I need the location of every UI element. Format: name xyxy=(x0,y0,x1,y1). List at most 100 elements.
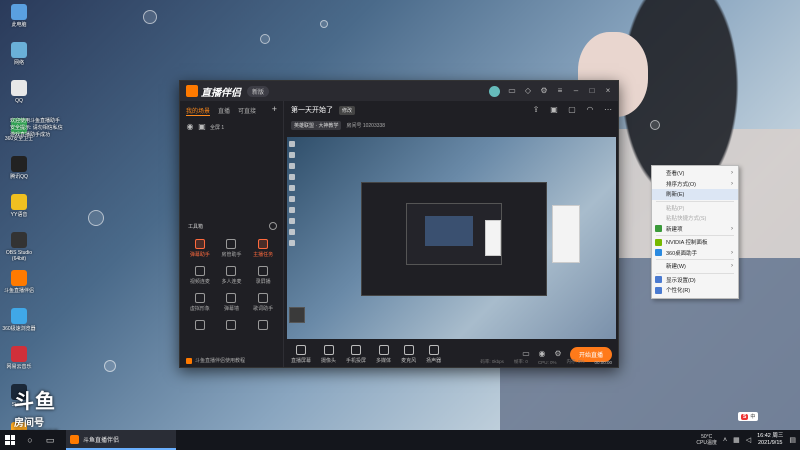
tool-button[interactable]: 主播任务 xyxy=(247,239,279,258)
tutorial-link[interactable]: 斗鱼直播伴侣使用教程 xyxy=(186,357,245,364)
context-menu-item[interactable]: 刷新(E) xyxy=(652,189,738,200)
tool-label: 歌词助手 xyxy=(253,306,274,312)
desktop-icon[interactable]: QQ xyxy=(2,80,36,114)
desktop-icon[interactable]: YY语音 xyxy=(2,194,36,228)
desktop-icon-label: 360极速浏览器 xyxy=(2,326,36,332)
context-menu-item[interactable]: 360桌面助手 › xyxy=(652,248,738,259)
desktop-icon[interactable]: 此电脑 xyxy=(2,4,36,38)
stream-preview[interactable] xyxy=(287,137,616,339)
tool-button[interactable] xyxy=(184,320,216,332)
desktop-app-icon xyxy=(11,232,27,248)
lock-icon[interactable]: ▣ xyxy=(550,106,558,114)
message-icon[interactable]: ▭ xyxy=(508,87,516,95)
taskbar-app-douyu[interactable]: 斗鱼直播伴侣 xyxy=(66,430,176,450)
desktop-icon[interactable]: 360极速浏览器 xyxy=(2,308,36,342)
edit-title-button[interactable]: 修改 xyxy=(339,105,356,115)
search-icon[interactable]: ○ xyxy=(20,430,40,450)
desktop-icon[interactable]: 斗鱼直播伴侣 xyxy=(2,270,36,304)
record-icon[interactable]: ▢ xyxy=(568,106,576,114)
category-chip[interactable]: 英雄联盟 · 大神教学 xyxy=(291,121,342,130)
maximize-icon[interactable]: □ xyxy=(588,87,596,95)
start-button[interactable] xyxy=(0,430,20,450)
tool-button[interactable]: 录屏播 xyxy=(247,266,279,285)
desktop-icon[interactable]: 网易云音乐 xyxy=(2,346,36,380)
tool-button[interactable]: 视频连麦 xyxy=(184,266,216,285)
tray-arrow-icon[interactable]: ˄ xyxy=(723,437,727,444)
notice-line: 游戏直播助手成功 xyxy=(10,132,51,138)
context-menu-item[interactable]: NVIDIA 控制面板 xyxy=(652,237,738,248)
menu-separator xyxy=(656,235,734,236)
live-assistant-window: 直播伴侣 新版 ▭ ◇ ⚙ ≡ – □ × 我的场景 直播 可直接 + ◉ ▣ … xyxy=(179,80,619,368)
app-logo-icon xyxy=(186,85,198,97)
context-menu-item[interactable]: 显示设置(D) xyxy=(652,275,738,286)
tool-button[interactable]: 弹幕助手 xyxy=(184,239,216,258)
tool-button[interactable]: 歌词助手 xyxy=(247,293,279,312)
scene-item[interactable]: ◉ ▣ 全屏 1 xyxy=(180,121,283,133)
lock-icon[interactable]: ▣ xyxy=(198,123,206,131)
context-menu-item[interactable]: 新建项 › xyxy=(652,224,738,235)
scene-panel: 我的场景 直播 可直接 + ◉ ▣ 全屏 1 工具箱 弹幕助手 房管助手 主播任务视… xyxy=(180,101,284,367)
tool-button[interactable]: 弹幕墙 xyxy=(216,293,248,312)
desktop-app-icon xyxy=(11,80,27,96)
desktop-icons: 此电脑 网络 QQ 360安全卫士 腾讯QQ YY语音 OBS Studio (64bit)… xyxy=(2,4,36,450)
desktop-icon[interactable]: OBS Studio (64bit) xyxy=(2,232,36,266)
tool-button[interactable] xyxy=(216,320,248,332)
clock[interactable]: 16:42 周三 2021/9/15 xyxy=(757,433,783,447)
desktop-icon[interactable]: 腾讯QQ xyxy=(2,156,36,190)
stream-title: 第一天开始了 xyxy=(291,107,333,114)
scene-label: 全屏 1 xyxy=(210,124,225,131)
tool-button[interactable]: 多人连麦 xyxy=(216,266,248,285)
tab-direct[interactable]: 可直接 xyxy=(238,106,256,116)
menu-item-label: 新建(W) xyxy=(666,264,686,271)
avatar[interactable] xyxy=(489,85,500,97)
douyu-app-icon xyxy=(70,434,79,444)
app-titlebar[interactable]: 直播伴侣 新版 ▭ ◇ ⚙ ≡ – □ × xyxy=(180,81,618,101)
logo-text: 斗鱼 xyxy=(14,391,56,413)
camera-icon xyxy=(323,344,334,355)
toolbox-settings-icon[interactable] xyxy=(269,222,277,230)
tool-label: 房管助手 xyxy=(221,252,242,258)
tool-button[interactable]: 虚拟形象 xyxy=(184,293,216,312)
eye-icon[interactable]: ◉ xyxy=(186,123,194,131)
main-area: 第一天开始了 修改 ⇪ ▣ ▢ ◠ ⋯ 英雄联盟 · 大神教学 房间号 1020… xyxy=(285,101,618,367)
minimize-icon[interactable]: – xyxy=(572,87,580,95)
desktop-icon[interactable]: 网络 xyxy=(2,42,36,76)
more-icon[interactable]: ⋯ xyxy=(604,106,612,114)
context-menu-item[interactable]: 排序方式(O) › xyxy=(652,179,738,190)
share-icon[interactable]: ⇪ xyxy=(532,106,540,114)
add-scene-button[interactable]: + xyxy=(272,105,277,116)
settings-icon[interactable]: ⚙ xyxy=(540,87,548,95)
network-icon[interactable]: ▦ xyxy=(733,436,740,444)
desktop-icon-label: 网络 xyxy=(13,60,24,66)
tab-my-scenes[interactable]: 我的场景 xyxy=(186,106,211,116)
context-menu-item[interactable]: 查看(V) › xyxy=(652,168,738,179)
tool-label: 虚拟形象 xyxy=(189,306,210,312)
stream-header: 第一天开始了 修改 ⇪ ▣ ▢ ◠ ⋯ 英雄联盟 · 大神教学 房间号 1020… xyxy=(285,101,618,137)
tool-icon xyxy=(258,239,269,249)
volume-icon[interactable]: ◁ xyxy=(746,436,751,444)
menu-item-label: 查看(V) xyxy=(666,171,685,178)
close-icon[interactable]: × xyxy=(604,87,612,95)
wallpaper-bubble xyxy=(260,34,270,44)
version-badge[interactable]: 新版 xyxy=(247,85,270,97)
tab-live[interactable]: 直播 xyxy=(218,106,230,116)
douyu-room-logo: 斗鱼 房间号 10203338 xyxy=(14,385,70,440)
cpu-temp[interactable]: 50°C CPU温度 xyxy=(696,434,717,446)
menu-item-label: 排序方式(O) xyxy=(666,181,696,188)
wallpaper-bubble xyxy=(143,10,157,24)
notification-icon[interactable]: ▤ xyxy=(789,436,796,444)
ime-indicator[interactable]: S 中 xyxy=(738,412,759,421)
gift-icon[interactable]: ◇ xyxy=(524,87,532,95)
tool-button[interactable]: 房管助手 xyxy=(216,239,248,258)
context-menu-item[interactable]: 新建(W) › xyxy=(652,261,738,272)
menu-icon[interactable]: ≡ xyxy=(556,87,564,95)
tool-button[interactable] xyxy=(247,320,279,332)
desktop-app-icon xyxy=(11,42,27,58)
wifi-icon[interactable]: ◠ xyxy=(586,106,594,114)
desktop-app-icon xyxy=(11,270,27,286)
context-menu-item[interactable]: 个性化(R) xyxy=(652,285,738,296)
tool-label: 录屏播 xyxy=(255,279,271,285)
desktop-notice: 欢迎使用斗鱼直播助手 安全提示: 请勿相信私信 游戏直播助手成功 xyxy=(10,118,120,139)
media-icon xyxy=(378,344,389,355)
task-view-icon[interactable]: ▭ xyxy=(40,430,60,450)
